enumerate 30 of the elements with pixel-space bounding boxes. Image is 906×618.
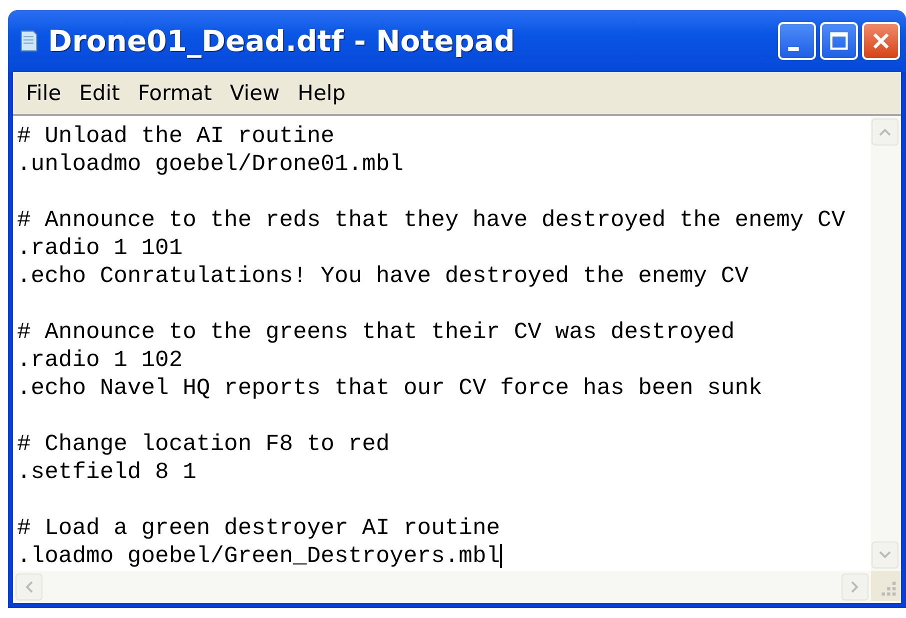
code-line: .loadmo goebel/Green_Destroyers.mbl: [17, 542, 500, 570]
scroll-down-icon: [871, 541, 899, 569]
vertical-scrollbar[interactable]: [871, 116, 901, 571]
window-title: Drone01_Dead.dtf - Notepad: [48, 24, 516, 58]
menu-item[interactable]: Format: [128, 81, 221, 105]
code-line: # Announce to the reds that they have destroyed the enemy CV: [17, 206, 846, 234]
menu-item[interactable]: File: [17, 81, 70, 105]
code-line: # Announce to the greens that their CV was destroyed: [17, 318, 735, 346]
code-line: .radio 1 102: [17, 346, 183, 374]
text-cursor: [500, 544, 502, 568]
menu-item[interactable]: View: [220, 81, 289, 105]
scroll-up-icon: [871, 118, 899, 146]
code-line: .radio 1 101: [17, 234, 183, 262]
notepad-icon: [18, 29, 40, 53]
resize-grip-icon[interactable]: [871, 571, 901, 601]
code-line: .unloadmo goebel/Drone01.mbl: [17, 150, 404, 178]
code-line: # Unload the AI routine: [17, 122, 334, 150]
maximize-button[interactable]: [820, 22, 858, 60]
maximize-icon: [828, 30, 850, 52]
minimize-icon: [788, 47, 798, 51]
code-line: # Change location F8 to red: [17, 430, 390, 458]
minimize-button[interactable]: [778, 22, 816, 60]
code-line: .setfield 8 1: [17, 458, 196, 486]
code-line: .echo Conratulations! You have destroyed the enemy CV: [17, 262, 749, 290]
menu-item[interactable]: Help: [288, 81, 355, 105]
code-line: .echo Navel HQ reports that our CV force has been sunk: [17, 374, 762, 402]
code-line: # Load a green destroyer AI routine: [17, 514, 500, 542]
menu-item[interactable]: Edit: [70, 81, 129, 105]
horizontal-scrollbar[interactable]: [13, 571, 871, 603]
close-button[interactable]: [862, 22, 900, 60]
